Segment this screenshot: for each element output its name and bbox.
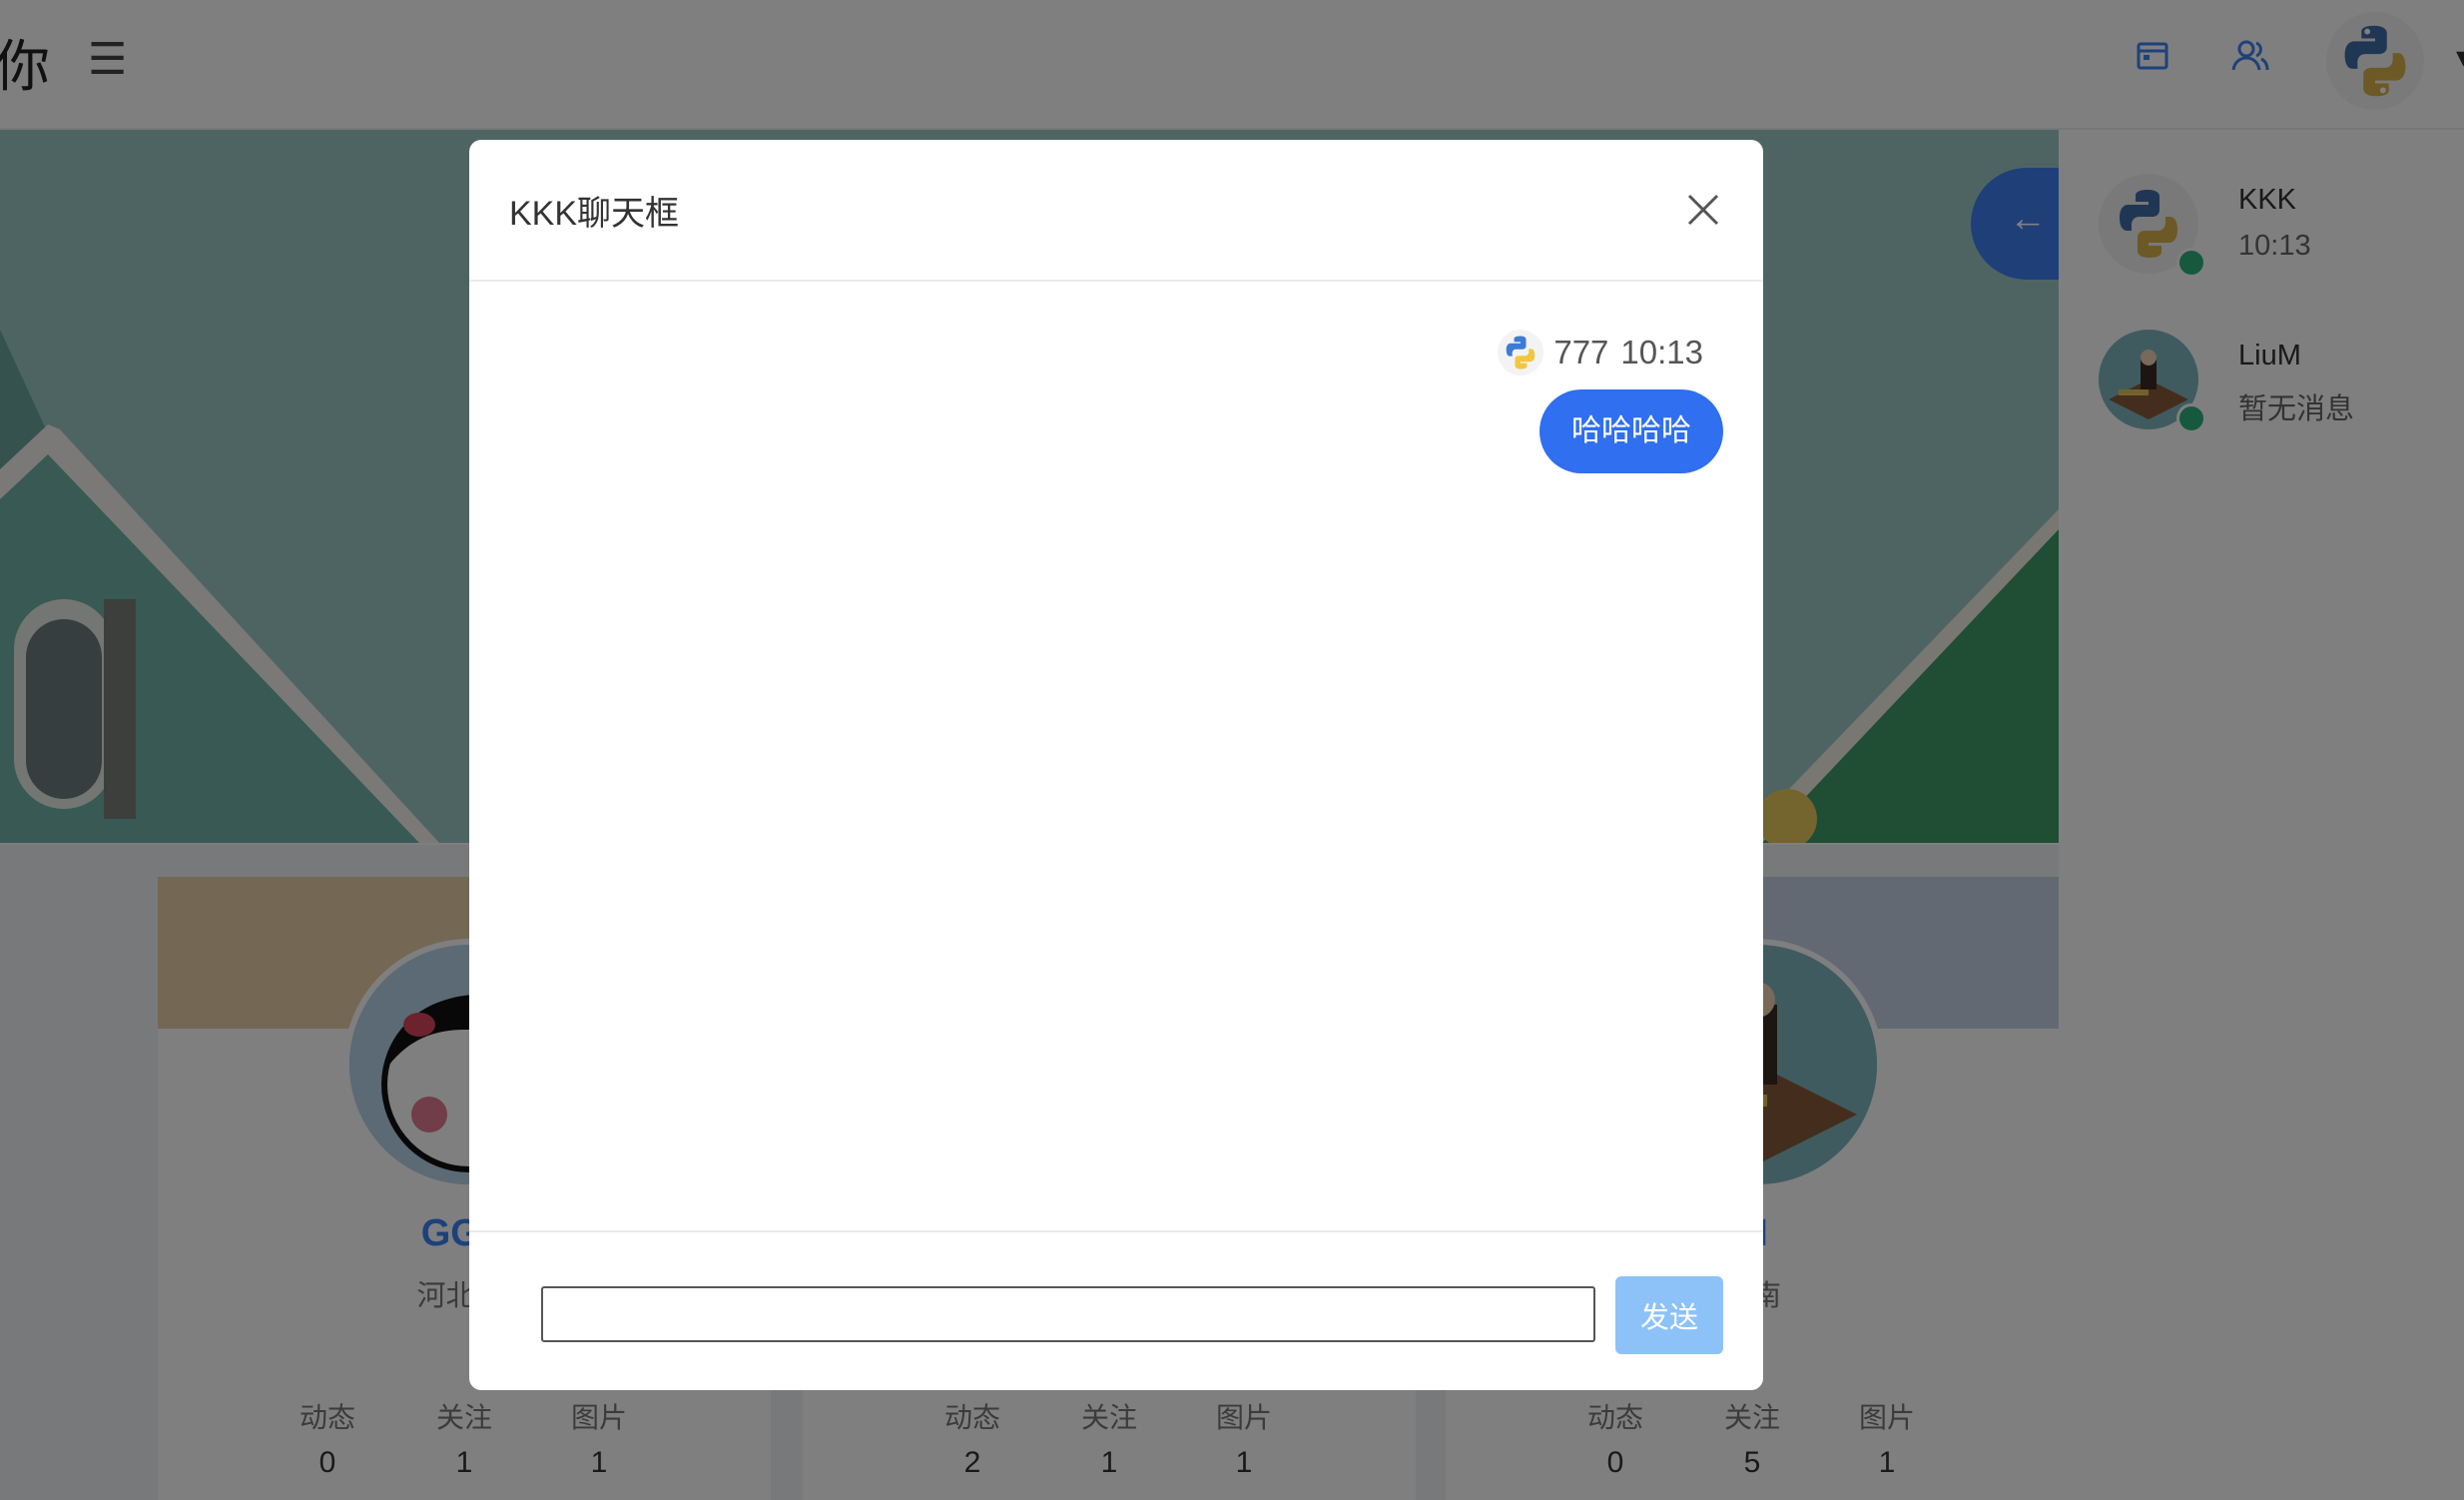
message-sender: 777 xyxy=(1553,334,1609,371)
chat-dialog: KKK聊天框 777 10:13 哈哈哈哈 发送 xyxy=(469,140,1763,1390)
send-button[interactable]: 发送 xyxy=(1615,1276,1723,1354)
message-input[interactable] xyxy=(541,1286,1595,1342)
chat-dialog-header: KKK聊天框 xyxy=(469,140,1763,282)
message-avatar xyxy=(1498,330,1544,375)
close-icon[interactable] xyxy=(1683,190,1723,230)
message-meta: 777 10:13 xyxy=(1498,328,1703,377)
chat-message-list: 777 10:13 哈哈哈哈 xyxy=(469,282,1763,1170)
chat-input-bar: 发送 xyxy=(469,1230,1763,1390)
message-time: 10:13 xyxy=(1620,334,1703,371)
message-bubble: 哈哈哈哈 xyxy=(1540,389,1723,473)
chat-dialog-title: KKK聊天框 xyxy=(509,195,680,233)
